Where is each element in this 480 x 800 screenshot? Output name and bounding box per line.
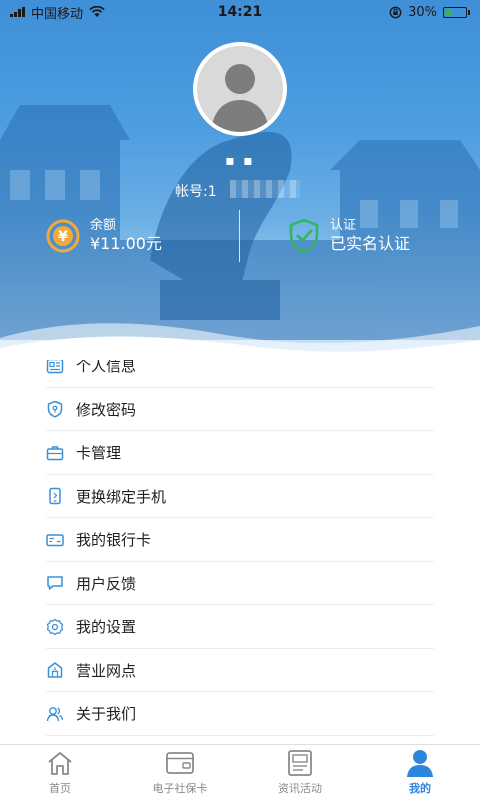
menu-item-label: 关于我们 <box>76 705 137 724</box>
card-icon <box>165 748 195 778</box>
menu-item-label: 卡管理 <box>76 444 122 463</box>
chat-icon <box>46 574 64 592</box>
svg-text:¥: ¥ <box>58 229 68 245</box>
menu-item-settings[interactable]: 我的设置 <box>0 605 480 649</box>
tab-label: 我的 <box>409 782 431 795</box>
avatar[interactable] <box>193 42 287 136</box>
menu-item-branches[interactable]: A 营业网点 <box>0 649 480 692</box>
menu-item-card-management[interactable]: 卡管理 <box>0 431 480 475</box>
balance-label: 余额 <box>90 218 117 233</box>
gear-icon <box>46 618 64 636</box>
balance-value: ¥11.00元 <box>90 234 162 253</box>
yuan-coin-icon: ¥ <box>46 219 80 253</box>
tab-news[interactable]: 资讯活动 <box>240 745 360 800</box>
account-label: 帐号:1 <box>175 184 217 200</box>
account-number-mask <box>230 180 300 198</box>
profile-header: 中国移动 14:21 30% ▪ ▪ 帐号:1 ¥ 余额 ¥11.00元 认证 … <box>0 0 480 360</box>
users-icon <box>46 705 64 723</box>
wave-divider <box>0 323 480 360</box>
menu-item-label: 用户反馈 <box>76 574 137 593</box>
status-bar: 中国移动 14:21 30% <box>0 0 480 24</box>
bank-card-icon <box>46 531 64 549</box>
bottom-tab-bar: 首页 电子社保卡 资讯活动 我的 <box>0 744 480 800</box>
tab-home[interactable]: 首页 <box>0 745 120 800</box>
tab-label: 资讯活动 <box>278 782 322 795</box>
tab-label: 电子社保卡 <box>152 782 208 795</box>
home-icon <box>45 748 75 778</box>
auth-label: 认证 <box>330 218 357 233</box>
menu-item-about-us[interactable]: 关于我们 <box>0 692 480 736</box>
tab-social-security-card[interactable]: 电子社保卡 <box>120 745 240 800</box>
settings-menu: 个人信息 修改密码 卡管理 更换绑定手机 我的银行卡 用户反馈 我的设置 A 营… <box>0 344 480 736</box>
menu-item-label: 修改密码 <box>76 400 137 419</box>
menu-item-label: 营业网点 <box>76 661 137 680</box>
tab-mine[interactable]: 我的 <box>360 745 480 800</box>
menu-item-bank-card[interactable]: 我的银行卡 <box>0 518 480 562</box>
stats-divider <box>239 210 240 262</box>
briefcase-icon <box>46 444 64 462</box>
username-masked: ▪ ▪ <box>225 153 255 169</box>
svg-text:A: A <box>53 667 57 673</box>
menu-divider <box>46 734 434 736</box>
default-avatar-icon <box>197 46 283 132</box>
menu-item-label: 更换绑定手机 <box>76 487 167 506</box>
menu-item-change-password[interactable]: 修改密码 <box>0 388 480 431</box>
tab-label: 首页 <box>49 782 71 795</box>
balance-stat[interactable]: ¥ 余额 ¥11.00元 <box>46 218 162 254</box>
auth-value: 已实名认证 <box>330 234 411 253</box>
person-icon <box>405 748 435 778</box>
news-icon <box>285 748 315 778</box>
menu-item-label: 我的设置 <box>76 618 137 637</box>
building-icon: A <box>46 661 64 679</box>
menu-item-label: 我的银行卡 <box>76 531 152 550</box>
menu-item-change-phone[interactable]: 更换绑定手机 <box>0 475 480 518</box>
auth-stat[interactable]: 认证 已实名认证 <box>288 218 410 254</box>
menu-item-feedback[interactable]: 用户反馈 <box>0 562 480 605</box>
password-shield-icon <box>46 400 64 418</box>
phone-icon <box>46 487 64 505</box>
status-time: 14:21 <box>217 4 263 20</box>
shield-check-icon <box>289 218 319 254</box>
